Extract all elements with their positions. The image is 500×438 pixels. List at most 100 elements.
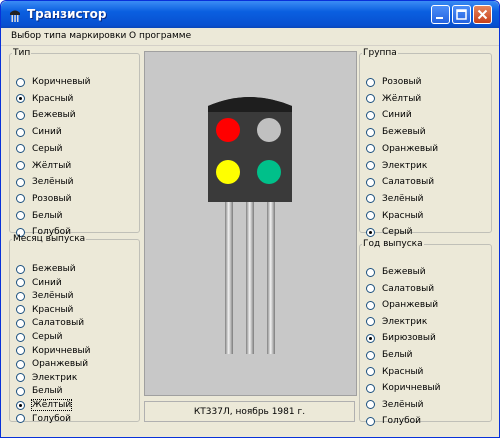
type-option[interactable]: Розовый [16,192,72,206]
radio-button[interactable] [366,350,375,360]
type-option[interactable]: Красный [16,92,73,106]
month-option[interactable]: Красный [16,303,73,317]
radio-button[interactable] [16,177,25,187]
type-option[interactable]: Коричневый [16,75,90,89]
year-option[interactable]: Коричневый [366,381,440,395]
radio-button[interactable] [366,333,375,343]
radio-button[interactable] [16,386,25,396]
radio-button[interactable] [16,94,25,104]
maximize-button[interactable] [452,5,471,24]
radio-button[interactable] [16,373,25,383]
radio-button[interactable] [366,383,375,393]
radio-button[interactable] [16,77,25,87]
type-option[interactable]: Белый [16,209,62,223]
group-option[interactable]: Оранжевый [366,142,438,156]
radio-button[interactable] [16,211,25,221]
menu-about[interactable]: О программе [129,31,191,41]
radio-button[interactable] [366,367,375,377]
radio-label: Красный [32,93,74,104]
group-option[interactable]: Розовый [366,75,422,89]
close-button[interactable] [473,5,492,24]
radio-button[interactable] [366,400,375,410]
radio-button[interactable] [16,278,25,288]
radio-button[interactable] [366,127,375,137]
radio-button[interactable] [16,332,25,342]
month-option[interactable]: Синий [16,276,62,290]
type-option[interactable]: Серый [16,142,63,156]
month-option[interactable]: Салатовый [16,316,84,330]
group-option[interactable]: Зелёный [366,192,423,206]
month-option[interactable]: Жёлтый [16,398,73,412]
radio-button[interactable] [366,194,375,204]
year-option[interactable]: Голубой [366,414,421,428]
radio-button[interactable] [366,110,375,120]
month-option[interactable]: Голубой [16,412,71,426]
radio-button[interactable] [16,359,25,369]
radio-label: Бирюзовый [382,333,436,344]
group-option[interactable]: Синий [366,108,412,122]
month-option[interactable]: Зелёный [16,289,73,303]
radio-button[interactable] [16,161,25,170]
month-option[interactable]: Серый [16,330,63,344]
radio-button[interactable] [366,227,375,237]
year-option[interactable]: Зелёный [366,398,423,412]
radio-button[interactable] [366,317,375,327]
radio-button[interactable] [16,414,25,424]
radio-button[interactable] [16,291,25,301]
year-option[interactable]: Салатовый [366,282,434,296]
group-option[interactable]: Красный [366,209,423,223]
month-option[interactable]: Бежевый [16,262,76,276]
radio-label: Оранжевый [32,359,89,370]
month-option[interactable]: Коричневый [16,344,90,358]
type-option[interactable]: Жёлтый [16,159,71,173]
month-option[interactable]: Электрик [16,371,77,385]
radio-label: Синий [382,110,412,121]
radio-button[interactable] [366,144,375,154]
minimize-button[interactable] [431,5,450,24]
radio-button[interactable] [16,318,25,328]
radio-button[interactable] [16,305,25,315]
radio-button[interactable] [16,110,25,120]
year-option[interactable]: Белый [366,348,412,362]
close-icon [477,9,488,20]
radio-label: Голубой [32,413,71,424]
radio-label: Бежевый [382,267,426,277]
group-option[interactable]: Серый [366,225,413,239]
group-option[interactable]: Бежевый [366,125,426,139]
radio-button[interactable] [366,267,375,277]
radio-label: Бежевый [32,110,76,121]
title-bar[interactable]: Транзистор [1,1,499,28]
menu-bar: Выбор типа маркировки О программе [1,28,499,46]
radio-button[interactable] [16,400,25,410]
radio-button[interactable] [16,264,25,274]
group-option[interactable]: Салатовый [366,175,434,189]
radio-button[interactable] [366,211,375,221]
year-option[interactable]: Оранжевый [366,298,438,312]
year-option[interactable]: Красный [366,365,423,379]
type-option[interactable]: Синий [16,125,62,139]
radio-button[interactable] [366,416,375,426]
status-text: КТ337Л, ноябрь 1981 г. [193,406,306,417]
type-option[interactable]: Бежевый [16,108,76,122]
month-option[interactable]: Белый [16,384,62,398]
radio-button[interactable] [16,144,25,154]
radio-button[interactable] [16,127,25,137]
radio-button[interactable] [366,177,375,187]
radio-button[interactable] [366,161,375,170]
group-option[interactable]: Электрик [366,159,427,173]
transistor-leg-right [267,202,275,354]
year-option[interactable]: Электрик [366,315,427,329]
type-option[interactable]: Зелёный [16,175,73,189]
transistor-leg-middle [246,202,254,354]
radio-button[interactable] [366,284,375,294]
month-option[interactable]: Оранжевый [16,357,88,371]
radio-button[interactable] [16,194,25,204]
radio-button[interactable] [16,346,25,356]
radio-button[interactable] [366,94,375,104]
year-option[interactable]: Бежевый [366,265,426,279]
radio-button[interactable] [366,300,375,310]
menu-marking-type[interactable]: Выбор типа маркировки [11,31,126,41]
year-option[interactable]: Бирюзовый [366,331,436,345]
group-option[interactable]: Жёлтый [366,92,421,106]
radio-button[interactable] [366,77,375,87]
